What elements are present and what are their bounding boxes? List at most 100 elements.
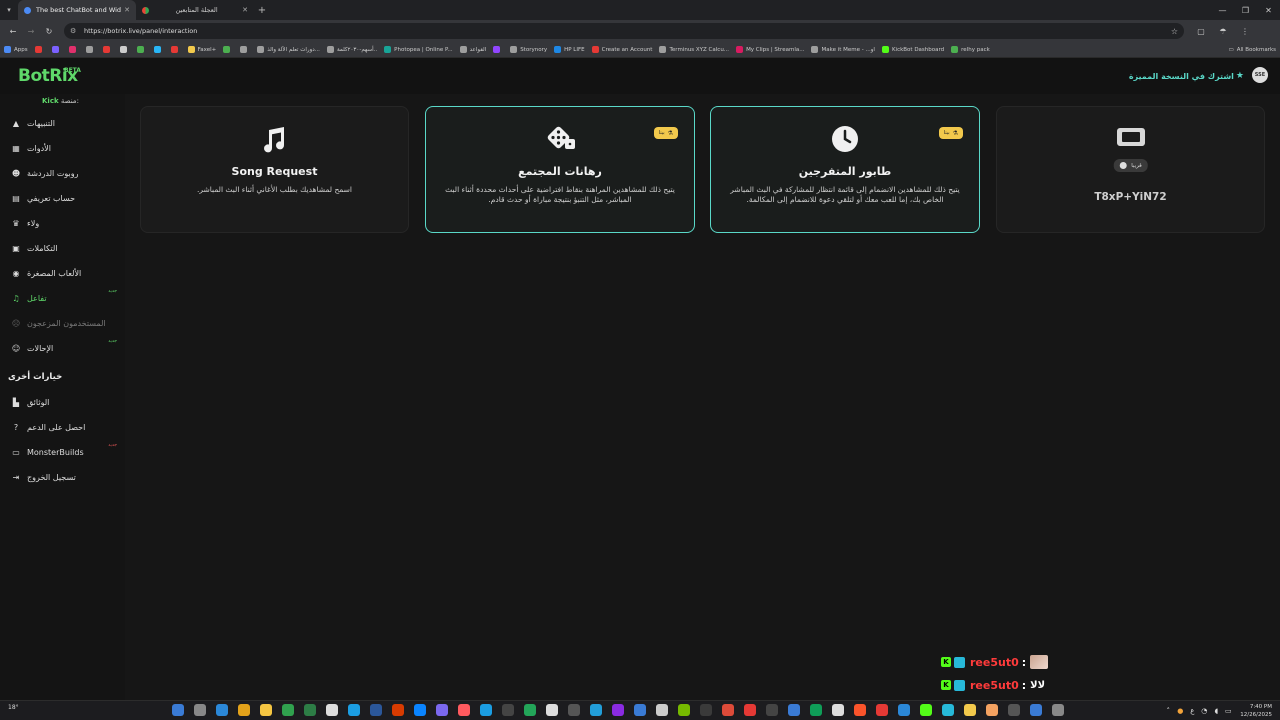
taskbar-app-icon[interactable] [876,704,888,716]
bookmark-item[interactable] [119,46,130,53]
sidebar-item[interactable]: ▤ حساب تعريفي [0,187,125,209]
back-icon[interactable]: ← [4,27,22,36]
sidebar-item[interactable]: ▲ التنبيهات [0,112,125,134]
site-info-icon[interactable]: ⚙ [70,27,78,35]
bookmark-item[interactable]: HP LIFE [554,46,585,53]
sidebar-item[interactable]: ◉ الألعاب المصغرة [0,262,125,284]
taskbar-app-icon[interactable] [678,704,690,716]
bookmark-item[interactable]: Apps [4,46,28,53]
all-bookmarks-button[interactable]: ▭ All Bookmarks [1229,47,1277,53]
sidebar-item[interactable]: ♛ ولاء [0,212,125,234]
sidebar-item[interactable]: ▙ الوثائق [0,391,125,413]
bookmark-item[interactable] [85,46,96,53]
taskbar-app-icon[interactable] [348,704,360,716]
taskbar-app-icon[interactable] [788,704,800,716]
weather-widget[interactable]: 18° [8,704,19,711]
new-tab-icon[interactable]: + [254,5,270,16]
taskbar-app-icon[interactable] [458,704,470,716]
browser-tab-active[interactable]: The best ChatBot and Widgets ✕ [18,0,136,20]
bookmark-item[interactable]: relhy pack [951,46,990,53]
bookmark-item[interactable]: Storynory [510,46,547,53]
avatar[interactable]: SSE [1252,67,1268,83]
bookmark-item[interactable]: أسهم-٢٠٣٠كلمة.. [326,46,377,53]
bookmark-item[interactable] [68,46,79,53]
taskbar-app-icon[interactable] [612,704,624,716]
taskbar-app-icon[interactable] [942,704,954,716]
sidebar-item[interactable]: ☺ الإحالات جديد [0,337,125,359]
song-request-card[interactable]: Song Request اسمح لمشاهديك بطلب الأغاني … [140,106,409,233]
bookmark-item[interactable]: Terminus XYZ Calcu... [659,46,729,53]
url-input[interactable]: ⚙ https://botrix.live/panel/interaction … [64,23,1184,39]
taskbar-app-icon[interactable] [194,704,206,716]
close-window-icon[interactable]: ✕ [1257,0,1280,20]
taskbar-app-icon[interactable] [656,704,668,716]
mic-icon[interactable]: ● [1174,707,1186,715]
sidebar-item[interactable]: ▭ MonsterBuilds جديد [0,441,125,463]
viewer-queue-card[interactable]: بيتا ⚗ طابور المتفرجين يتيح ذلك للمشاهدي… [710,106,980,233]
taskbar-app-icon[interactable] [744,704,756,716]
sidebar-item[interactable]: ? احصل على الدعم [0,416,125,438]
taskbar-app-icon[interactable] [810,704,822,716]
language-indicator[interactable]: ع [1186,707,1198,715]
coming-soon-card[interactable]: قريبا T8xP+YiN72 [996,106,1265,233]
bookmark-item[interactable] [223,46,233,53]
browser-tab[interactable]: العجلة المتابعين ✕ [136,0,254,20]
volume-icon[interactable]: ◖ [1210,707,1222,715]
taskbar-app-icon[interactable] [590,704,602,716]
bookmark-item[interactable]: دورات تعلم الآلة والذ... [257,46,320,53]
taskbar-app-icon[interactable] [1052,704,1064,716]
wifi-icon[interactable]: ◔ [1198,707,1210,715]
bookmark-item[interactable]: Make it Meme - ...او [811,46,875,53]
bookmark-item[interactable]: Photopea | Online P... [384,46,453,53]
taskbar-app-icon[interactable] [392,704,404,716]
taskbar-app-icon[interactable] [986,704,998,716]
chevron-up-icon[interactable]: ˄ [1162,707,1174,715]
sidebar-item[interactable]: ⇥ تسجيل الخروج [0,466,125,488]
bookmark-item[interactable] [34,46,45,53]
bookmark-item[interactable]: القواعد [459,46,486,53]
taskbar-app-icon[interactable] [634,704,646,716]
taskbar-app-icon[interactable] [436,704,448,716]
tab-close-icon[interactable]: ✕ [124,6,130,14]
taskbar-app-icon[interactable] [370,704,382,716]
taskbar-app-icon[interactable] [524,704,536,716]
minimize-icon[interactable]: — [1211,0,1234,20]
reload-icon[interactable]: ↻ [40,27,58,36]
tab-search-icon[interactable]: ▾ [0,0,18,20]
taskbar-app-icon[interactable] [216,704,228,716]
restore-icon[interactable]: ❐ [1234,0,1257,20]
taskbar-app-icon[interactable] [568,704,580,716]
bookmark-item[interactable] [102,46,113,53]
bookmark-item[interactable]: Create an Account [591,46,652,53]
taskbar-app-icon[interactable] [854,704,866,716]
bookmark-item[interactable]: Faxel+ [187,46,216,53]
taskbar-app-icon[interactable] [964,704,976,716]
taskbar-app-icon[interactable] [304,704,316,716]
taskbar-app-icon[interactable] [480,704,492,716]
menu-icon[interactable]: ⋮ [1234,27,1256,36]
extensions-icon[interactable]: ▢ [1190,27,1212,36]
battery-icon[interactable]: ▭ [1222,707,1234,715]
taskbar-app-icon[interactable] [898,704,910,716]
forward-icon[interactable]: → [22,27,40,36]
taskbar-app-icon[interactable] [1008,704,1020,716]
bookmark-item[interactable] [136,46,147,53]
taskbar-app-icon[interactable] [700,704,712,716]
bookmark-item[interactable] [153,46,164,53]
premium-link[interactable]: اشترك في النسخة المميزة ★ [1129,71,1244,81]
bookmark-item[interactable] [51,46,62,53]
taskbar-app-icon[interactable] [766,704,778,716]
taskbar-app-icon[interactable] [282,704,294,716]
taskbar-app-icon[interactable] [722,704,734,716]
taskbar-app-icon[interactable] [238,704,250,716]
taskbar-app-icon[interactable] [414,704,426,716]
taskbar-app-icon[interactable] [920,704,932,716]
taskbar-app-icon[interactable] [546,704,558,716]
sidebar-item[interactable]: ☻ روبوت الدردشة [0,162,125,184]
taskbar-app-icon[interactable] [502,704,514,716]
taskbar-app-icon[interactable] [1030,704,1042,716]
bookmark-item[interactable]: My Clips | Streamla... [736,46,804,53]
taskbar-app-icon[interactable] [832,704,844,716]
tab-close-icon[interactable]: ✕ [242,6,248,14]
sidebar-item[interactable]: ♫ تفاعل جديد [0,287,125,309]
